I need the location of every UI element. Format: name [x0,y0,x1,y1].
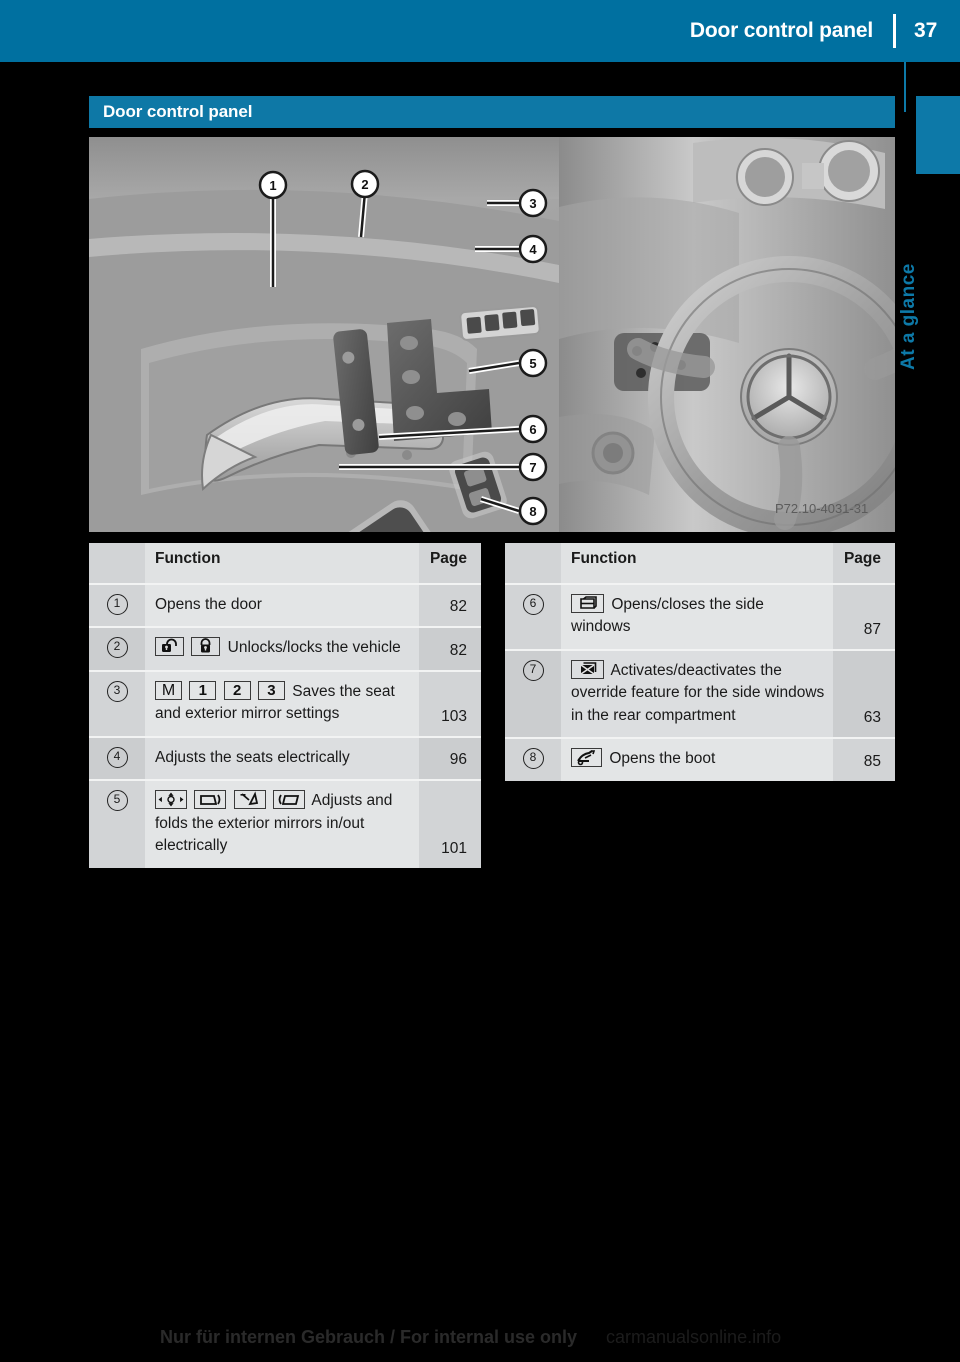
header-cell-page: Page [833,543,895,584]
svg-text:7: 7 [529,460,536,475]
callout-number-badge: 6 [522,594,544,615]
callout-number-badge: 3 [106,680,128,702]
header-cell-function: Function [145,543,419,584]
row-number-cell: 1 [89,582,145,628]
row-function-cell: Activates/deactivates the override featu… [561,648,833,739]
table-row: 4 Adjusts the seats electrically 96 [89,735,481,781]
memory-1-icon: 1 [189,680,217,700]
section-title: Door control panel [103,102,253,121]
row-function-cell: Opens the boot [561,737,833,781]
svg-text:3: 3 [529,196,536,211]
header-cell-function: Function [561,543,833,584]
callout-number-badge: 2 [106,637,128,659]
door-panel-illustration: 1 2 3 4 5 6 7 8 P72.10-4031-31 [89,137,895,532]
memory-3-icon: 3 [257,680,285,700]
row-number-cell: 3 [89,669,145,737]
mirror-right-icon [272,790,305,810]
header-divider [893,14,896,48]
function-description: Opens the boot [609,750,716,768]
header-cell-page: Page [419,543,481,584]
row-page-cell: 85 [833,737,895,781]
page-header-bar: Door control panel 37 [0,0,960,62]
page-number: 37 [914,19,938,42]
side-tab-marker [916,96,960,174]
row-function-cell: M 1 2 3 Saves the seat and exterior mirr… [145,669,419,737]
illustration-code: P72.10-4031-31 [775,501,868,516]
row-function-cell: Opens/closes the side windows [561,583,833,650]
side-tab-label: At a glance [898,263,919,370]
function-description: Adjusts the seats electrically [155,748,350,766]
page-header-title: Door control panel [689,19,873,42]
page-header-content: Door control panel 37 [0,0,960,62]
svg-text:2: 2 [361,177,368,192]
side-tab-rule [904,62,906,112]
mirror-left-icon [194,790,227,810]
row-number-cell: 4 [89,735,145,781]
row-page-cell: 101 [419,779,481,868]
footer-watermark: Nur für internen Gebrauch / For internal… [0,1325,960,1355]
unlock-icon [155,637,184,657]
section-title-bar: Door control panel [89,96,895,128]
function-description: Unlocks/locks the vehicle [227,639,401,657]
svg-text:1: 1 [269,178,276,193]
row-page-cell: 96 [419,735,481,781]
table-header-row: Function Page [89,543,481,584]
table-row: 2 Unlocks/locks the vehicle 82 [89,626,481,671]
table-row: 7 Activates/deactivates the override fea… [505,648,895,739]
row-number-cell: 2 [89,626,145,671]
row-page-cell: 63 [833,648,895,739]
svg-text:6: 6 [529,422,536,437]
side-window-icon [571,594,604,613]
mirror-fold-icon [233,790,266,810]
window-override-icon [571,659,604,679]
header-cell-number [505,543,561,584]
callout-number-badge: 1 [106,594,128,615]
row-function-cell: Opens the door [145,582,419,628]
row-number-cell: 7 [505,648,561,739]
callout-number-badge: 8 [522,748,544,770]
mirror-adjust-icon [155,790,187,810]
svg-text:8: 8 [529,504,536,519]
row-function-cell: Adjusts and folds the exterior mirrors i… [145,779,419,868]
svg-text:4: 4 [529,242,537,257]
table-row: 3 M 1 2 3 Saves the seat and exterior mi… [89,669,481,737]
callout-number-badge: 5 [106,790,128,812]
memory-2-icon: 2 [223,680,251,700]
footer-internal-use-notice: Nur für internen Gebrauch / For internal… [160,1327,578,1347]
switch-block-3 [459,305,541,341]
table-row: 5 Adjusts and folds the exterior mirrors… [89,779,481,868]
memory-m-icon: M [155,680,182,700]
callout-number-badge: 4 [106,746,128,768]
illustration-svg: 1 2 3 4 5 6 7 8 P72.10-4031-31 [89,137,895,532]
row-page-cell: 82 [419,582,481,628]
function-description: Opens the door [155,596,262,613]
row-number-cell: 6 [505,583,561,650]
table-row: 8 Opens the boot 85 [505,737,895,781]
table-header-row: Function Page [505,543,895,584]
row-page-cell: 82 [419,626,481,671]
footer-site-url: carmanualsonline.info [606,1327,782,1347]
row-number-cell: 8 [505,737,561,781]
table-row: 6 Opens/closes the side windows 87 [505,583,895,650]
svg-text:5: 5 [529,356,536,371]
row-function-cell: Adjusts the seats electrically [145,735,419,781]
function-table-left: Function Page 1 Opens the door 82 2 Unlo… [89,543,481,868]
table-row: 1 Opens the door 82 [89,582,481,628]
row-page-cell: 87 [833,583,895,650]
row-number-cell: 5 [89,779,145,868]
row-function-cell: Unlocks/locks the vehicle [145,626,419,671]
boot-open-icon [571,748,602,768]
function-description: Activates/deactivates the override featu… [571,661,825,724]
callout-number-badge: 7 [522,659,544,681]
dashboard-area [555,137,895,532]
header-cell-number [89,543,145,584]
function-table-right: Function Page 6 Opens/closes the side wi… [505,543,895,781]
row-page-cell: 103 [419,669,481,737]
lock-icon [191,637,221,657]
